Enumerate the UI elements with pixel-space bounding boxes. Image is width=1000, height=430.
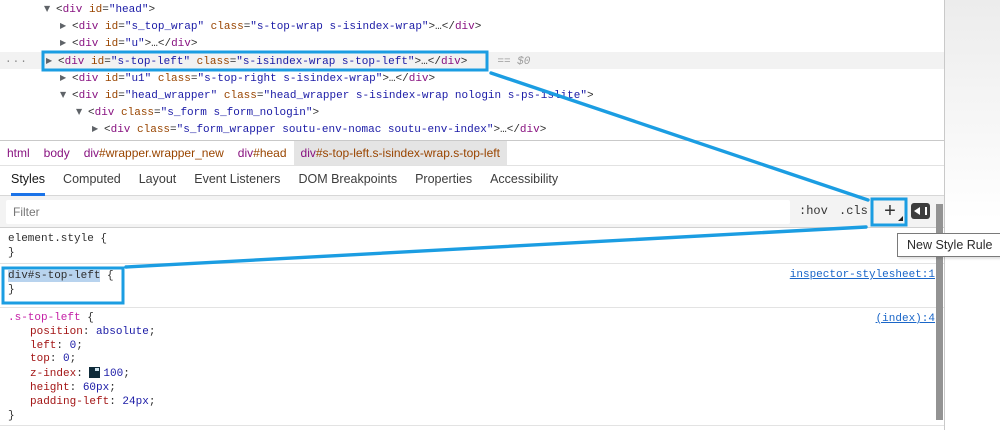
tab-properties[interactable]: Properties (415, 166, 472, 196)
breadcrumb: htmlbodydiv#wrapper.wrapper_newdiv#headd… (0, 141, 944, 166)
devtools-screenshot: ▼<div id="head">▶<div id="s_top_wrap" cl… (0, 0, 1000, 430)
node-overflow-menu[interactable]: ... (5, 52, 28, 69)
breadcrumb-item[interactable]: div#head (231, 141, 294, 165)
css-rule-selector[interactable]: div#s-top-left (8, 270, 100, 282)
expand-arrow-icon[interactable]: ▶ (60, 17, 72, 34)
collapse-arrow-icon[interactable]: ▼ (60, 86, 72, 103)
breadcrumb-item[interactable]: body (37, 141, 77, 165)
expand-arrow-icon[interactable]: ▶ (46, 52, 58, 69)
dom-tree-node[interactable]: ▼<div class="s_form s_form_nologin"> (0, 103, 944, 120)
css-property[interactable]: height: 60px; (8, 382, 936, 396)
tab-computed[interactable]: Computed (63, 166, 121, 196)
tab-styles[interactable]: Styles (11, 166, 45, 196)
css-property[interactable]: top: 0; (8, 353, 936, 367)
dom-tree-node[interactable]: ▶<div class="s_form_wrapper soutu-env-no… (0, 120, 944, 137)
breadcrumb-item[interactable]: div#s-top-left.s-isindex-wrap.s-top-left (294, 141, 507, 165)
selected-node-marker: == $0 (497, 56, 530, 68)
toggle-element-state-button[interactable]: :hov (799, 204, 828, 218)
tab-layout[interactable]: Layout (139, 166, 177, 196)
css-property[interactable]: position: absolute; (8, 326, 936, 340)
dom-tree-node[interactable]: ▶<div id="u">…</div> (0, 34, 944, 51)
css-property[interactable]: padding-left: 24px; (8, 396, 936, 410)
css-rule-selector[interactable]: element.style (8, 233, 94, 245)
expand-arrow-icon[interactable]: ▶ (60, 34, 72, 51)
devtools-panel: ▼<div id="head">▶<div id="s_top_wrap" cl… (0, 0, 945, 430)
styles-sidebar-tabs: Styles Computed Layout Event Listeners DOM B… (0, 166, 944, 196)
page-background-strip (945, 0, 1000, 430)
breadcrumb-item[interactable]: html (0, 141, 37, 165)
toggle-class-button[interactable]: .cls (839, 204, 868, 218)
expand-arrow-icon[interactable]: ▶ (92, 120, 104, 137)
new-style-rule-dropdown-caret (898, 216, 903, 221)
stylesheet-source-link[interactable]: (index):4 (876, 313, 935, 325)
collapse-arrow-icon[interactable]: ▼ (76, 103, 88, 120)
dom-tree-node[interactable]: ▶<div id="u1" class="s-top-right s-isind… (0, 69, 944, 86)
styles-filter-toolbar: :hov .cls + (0, 196, 944, 228)
dom-tree: ▼<div id="head">▶<div id="s_top_wrap" cl… (0, 0, 944, 141)
tab-event-listeners[interactable]: Event Listeners (194, 166, 280, 196)
dom-tree-node[interactable]: ▶<div id="s_top_wrap" class="s-top-wrap … (0, 17, 944, 34)
value-swatch-icon[interactable] (89, 367, 100, 378)
css-property[interactable]: left: 0; (8, 340, 936, 354)
dom-tree-node[interactable]: ▼<div id="head_wrapper" class="head_wrap… (0, 86, 944, 103)
toggle-sidebar-icon[interactable] (911, 203, 930, 219)
new-style-rule-tooltip: New Style Rule (897, 233, 1000, 257)
filter-input[interactable] (6, 200, 790, 224)
tab-dom-breakpoints[interactable]: DOM Breakpoints (298, 166, 397, 196)
dom-tree-node[interactable]: ▶<div id="s-top-left" class="s-isindex-w… (0, 52, 944, 69)
css-rule-section: .s-top-left {position: absolute;left: 0;… (0, 308, 944, 426)
breadcrumb-item[interactable]: div#wrapper.wrapper_new (77, 141, 231, 165)
css-rule-section: element.style {} (0, 229, 944, 264)
css-property[interactable]: z-index: 100; (8, 367, 936, 382)
dom-tree-node[interactable]: ▼<div id="head"> (0, 0, 944, 17)
css-rule-selector[interactable]: .s-top-left (8, 312, 81, 324)
stylesheet-source-link[interactable]: inspector-stylesheet:1 (790, 269, 935, 281)
collapse-arrow-icon[interactable]: ▼ (44, 0, 56, 17)
css-rule-section: div#s-top-left {}inspector-stylesheet:1 (0, 264, 944, 308)
tab-accessibility[interactable]: Accessibility (490, 166, 558, 196)
expand-arrow-icon[interactable]: ▶ (60, 69, 72, 86)
